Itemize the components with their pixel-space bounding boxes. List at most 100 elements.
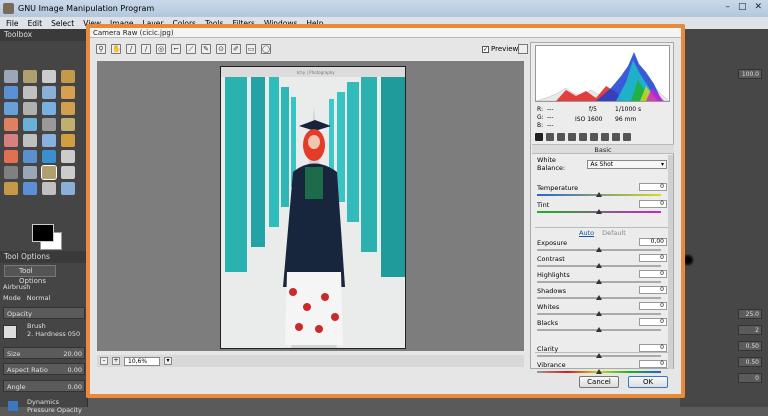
brush-row[interactable]: Brush 2. Hardness 050 [3, 322, 85, 342]
preview-checkbox[interactable]: ✓ [482, 45, 489, 53]
foreground-color-swatch[interactable] [32, 224, 54, 242]
angle-slider[interactable]: Angle 0.00 [3, 380, 85, 392]
cancel-button[interactable]: Cancel [579, 376, 619, 388]
rotate-icon[interactable] [42, 118, 56, 131]
perspective-icon[interactable] [23, 134, 37, 147]
slider-thumb[interactable] [596, 247, 602, 252]
measure-icon[interactable] [42, 102, 56, 115]
shear-icon[interactable] [4, 134, 18, 147]
spot-removal-icon[interactable]: ✎ [201, 44, 211, 54]
move-icon[interactable] [61, 102, 75, 115]
clone-icon[interactable] [4, 182, 18, 195]
slider-value[interactable]: 0 [639, 302, 667, 310]
slider-thumb[interactable] [596, 369, 602, 374]
dock-value-4[interactable]: 0.50 [738, 357, 762, 367]
auto-link[interactable]: Auto [579, 229, 594, 237]
slider-temperature[interactable]: Temperature 0 [537, 183, 667, 200]
dynamics-row[interactable]: Dynamics Pressure Opacity [3, 398, 85, 416]
radial-filter-icon[interactable]: ◯ [261, 44, 271, 54]
paintbrush-icon[interactable] [4, 166, 18, 179]
slider-thumb[interactable] [596, 327, 602, 332]
slider-value[interactable]: 0 [639, 286, 667, 294]
slider-value[interactable]: 0 [639, 318, 667, 326]
foreground-select-icon[interactable] [42, 86, 56, 99]
dock-value-2[interactable]: 2 [738, 325, 762, 335]
zoom-out-button[interactable]: – [100, 357, 108, 365]
graduated-filter-icon[interactable]: ▭ [246, 44, 256, 54]
slider-thumb[interactable] [596, 263, 602, 268]
white-balance-select[interactable]: As Shot [587, 159, 667, 169]
slider-whites[interactable]: Whites 0 [537, 302, 667, 319]
slider-thumb[interactable] [596, 353, 602, 358]
adjustment-brush-icon[interactable]: ✐ [231, 44, 241, 54]
slider-thumb[interactable] [596, 311, 602, 316]
slider-contrast[interactable]: Contrast 0 [537, 254, 667, 271]
dock-value-3[interactable]: 0.50 [738, 341, 762, 351]
dock-value-5[interactable]: 0 [738, 373, 762, 383]
slider-blacks[interactable]: Blacks 0 [537, 318, 667, 335]
dodge-burn-icon[interactable] [61, 182, 75, 195]
ink-icon[interactable] [61, 166, 75, 179]
slider-value[interactable]: 0 [639, 254, 667, 262]
camera-calibration-tab-icon[interactable] [612, 132, 620, 141]
tool-options-tab[interactable]: Tool Options [4, 265, 56, 285]
detail-tab-icon[interactable] [557, 132, 565, 141]
slider-value[interactable]: 0,00 [639, 238, 667, 246]
slider-thumb[interactable] [596, 295, 602, 300]
menu-select[interactable]: Select [51, 19, 74, 28]
tone-curve-tab-icon[interactable] [546, 132, 554, 141]
fullscreen-icon[interactable] [518, 44, 528, 54]
basic-tab-icon[interactable] [535, 132, 543, 141]
slider-vibrance[interactable]: Vibrance 0 [537, 360, 667, 377]
smudge-icon[interactable] [42, 182, 56, 195]
red-eye-icon[interactable]: ⊙ [216, 44, 226, 54]
menu-file[interactable]: File [6, 19, 19, 28]
slider-highlights[interactable]: Highlights 0 [537, 270, 667, 287]
airbrush-icon[interactable] [41, 165, 57, 180]
cage-icon[interactable] [61, 134, 75, 147]
dock-value-1[interactable]: 25.0 [738, 309, 762, 319]
rect-select-icon[interactable] [4, 70, 18, 83]
slider-value[interactable]: 0 [639, 183, 667, 191]
preview-toggle[interactable]: ✓ Preview [482, 45, 518, 53]
slider-thumb[interactable] [596, 192, 602, 197]
crop-tool-icon[interactable] [23, 118, 37, 131]
presets-tab-icon[interactable] [623, 132, 631, 141]
brush-preview-icon[interactable] [3, 325, 17, 339]
zoom-level[interactable]: 10,6% [124, 356, 160, 366]
slider-value[interactable]: 0 [639, 344, 667, 352]
target-adjust-icon[interactable]: ◎ [156, 44, 166, 54]
zoom-dropdown-icon[interactable]: ▾ [164, 357, 172, 365]
color-picker-icon[interactable] [4, 102, 18, 115]
opacity-slider[interactable]: Opacity [3, 307, 85, 319]
pencil-icon[interactable] [61, 150, 75, 163]
hand-icon[interactable]: ✋ [111, 44, 121, 54]
ok-button[interactable]: OK [628, 376, 668, 388]
menu-edit[interactable]: Edit [28, 19, 43, 28]
eraser-icon[interactable] [23, 166, 37, 179]
fuzzy-select-icon[interactable] [61, 70, 75, 83]
flip-icon[interactable] [42, 134, 56, 147]
default-link[interactable]: Default [602, 229, 626, 237]
straighten-icon[interactable]: ⟋ [186, 44, 196, 54]
paths-icon[interactable] [61, 86, 75, 99]
hsl-tab-icon[interactable] [568, 132, 576, 141]
color-sampler-icon[interactable]: / [141, 44, 151, 54]
zoom-icon[interactable]: ⚲ [96, 44, 106, 54]
slider-thumb[interactable] [596, 209, 602, 214]
select-by-color-icon[interactable] [4, 86, 18, 99]
ellipse-select-icon[interactable] [23, 70, 37, 83]
slider-shadows[interactable]: Shadows 0 [537, 286, 667, 303]
aspect-ratio-slider[interactable]: Aspect Ratio 0.00 [3, 363, 85, 375]
zoom-in-button[interactable]: + [112, 357, 120, 365]
crop-icon[interactable]: ⌐ [171, 44, 181, 54]
text-icon[interactable] [4, 150, 18, 163]
slider-thumb[interactable] [596, 279, 602, 284]
bucket-fill-icon[interactable] [23, 150, 37, 163]
minimize-icon[interactable]: – [725, 2, 730, 12]
slider-clarity[interactable]: Clarity 0 [537, 344, 667, 361]
slider-exposure[interactable]: Exposure 0,00 [537, 238, 667, 255]
panel-scrollbar[interactable] [668, 155, 673, 369]
slider-value[interactable]: 0 [639, 200, 667, 208]
heal-icon[interactable] [23, 182, 37, 195]
